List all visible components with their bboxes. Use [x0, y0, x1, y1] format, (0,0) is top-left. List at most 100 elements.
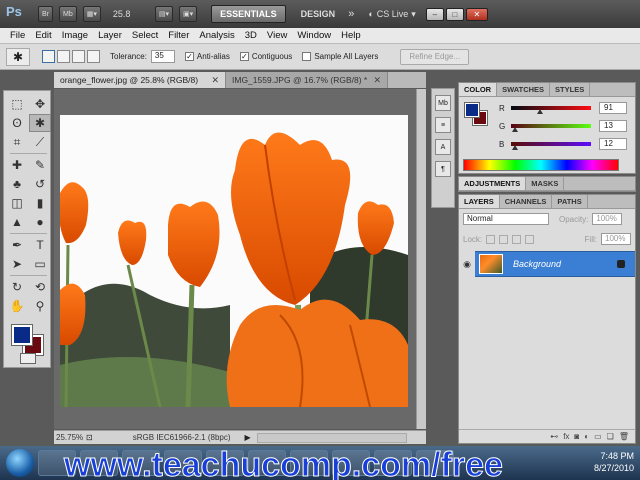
tab-color[interactable]: COLOR: [459, 83, 498, 96]
slider-knob[interactable]: [536, 109, 543, 114]
menu-file[interactable]: File: [10, 30, 25, 41]
screen-mode-button[interactable]: ▣▾: [179, 6, 198, 22]
slider-knob[interactable]: [512, 127, 518, 132]
quick-mask-button[interactable]: [20, 353, 36, 364]
workspace-design-button[interactable]: DESIGN: [292, 5, 345, 23]
green-value-input[interactable]: 13: [599, 120, 627, 132]
tab-swatches[interactable]: SWATCHES: [497, 83, 551, 96]
slider-knob[interactable]: [512, 145, 518, 150]
lock-position-icon[interactable]: [512, 234, 522, 244]
color-spectrum-ramp[interactable]: [463, 159, 619, 171]
new-group-icon[interactable]: ▭: [594, 432, 602, 441]
blue-slider[interactable]: [511, 142, 591, 150]
menu-filter[interactable]: Filter: [168, 30, 189, 41]
menu-select[interactable]: Select: [132, 30, 158, 41]
anti-alias-checkbox[interactable]: ✓ Anti-alias: [184, 52, 230, 61]
panel-foreground-swatch[interactable]: [464, 102, 480, 118]
eyedropper-tool-icon[interactable]: ⟋: [29, 133, 51, 151]
zoom-tool-icon[interactable]: ⚲: [29, 297, 51, 315]
adjustment-layer-icon[interactable]: ◐: [584, 432, 589, 441]
pen-tool-icon[interactable]: ✒: [6, 236, 28, 254]
3d-rotate-tool-icon[interactable]: ↻: [6, 278, 28, 296]
minimize-button[interactable]: –: [425, 7, 444, 21]
foreground-color-swatch[interactable]: [11, 324, 33, 346]
lock-all-icon[interactable]: [525, 234, 535, 244]
arrange-documents-button[interactable]: ▤▾: [154, 6, 174, 22]
green-slider[interactable]: [511, 124, 591, 132]
document-tab-orange-flower[interactable]: orange_flower.jpg @ 25.8% (RGB/8) ✕: [54, 72, 226, 88]
delete-layer-icon[interactable]: 🗑: [619, 432, 629, 441]
menu-analysis[interactable]: Analysis: [199, 30, 234, 41]
crop-tool-icon[interactable]: ⌗: [6, 133, 28, 151]
paragraph-icon[interactable]: ¶: [435, 161, 451, 177]
red-value-input[interactable]: 91: [599, 102, 627, 114]
close-icon[interactable]: ✕: [211, 75, 219, 86]
status-menu-arrow-icon[interactable]: ▶: [245, 433, 251, 442]
horizontal-scrollbar[interactable]: [256, 432, 407, 443]
view-extras-button[interactable]: ▦▾: [82, 6, 101, 22]
subtract-from-selection-button[interactable]: [72, 50, 85, 63]
flower-image[interactable]: [60, 115, 408, 407]
menu-3d[interactable]: 3D: [245, 30, 257, 41]
layer-style-icon[interactable]: fx: [563, 432, 569, 441]
path-selection-tool-icon[interactable]: ➤: [6, 255, 28, 273]
tab-layers[interactable]: LAYERS: [459, 195, 500, 208]
tolerance-input[interactable]: 35: [150, 50, 175, 63]
workspace-essentials-button[interactable]: ESSENTIALS: [211, 5, 286, 23]
zoom-preview-icon[interactable]: ⊡: [86, 433, 93, 442]
red-slider[interactable]: [511, 106, 591, 114]
menu-layer[interactable]: Layer: [98, 30, 122, 41]
add-mask-icon[interactable]: ◙: [574, 432, 579, 441]
opacity-input[interactable]: 100%: [592, 213, 623, 225]
tab-adjustments[interactable]: ADJUSTMENTS: [459, 177, 527, 190]
link-layers-icon[interactable]: ⊷: [550, 432, 558, 441]
menu-window[interactable]: Window: [297, 30, 331, 41]
history-brush-tool-icon[interactable]: ↺: [29, 175, 51, 193]
lasso-tool-icon[interactable]: ʘ: [6, 114, 28, 132]
sample-all-layers-checkbox[interactable]: Sample All Layers: [302, 52, 378, 61]
blue-value-input[interactable]: 12: [599, 138, 627, 150]
layer-row-background[interactable]: ◉ Background: [459, 251, 635, 277]
vertical-scrollbar[interactable]: [416, 89, 426, 429]
new-layer-icon[interactable]: ❏: [607, 432, 614, 441]
launch-mini-bridge-button[interactable]: Mb: [59, 6, 77, 22]
close-icon[interactable]: ✕: [373, 75, 381, 86]
blur-tool-icon[interactable]: ▲: [6, 213, 28, 231]
zoom-level-field[interactable]: 25.8: [113, 9, 149, 19]
spot-healing-tool-icon[interactable]: ✚: [6, 156, 28, 174]
intersect-selection-button[interactable]: [87, 50, 100, 63]
blend-mode-select[interactable]: Normal: [463, 213, 549, 225]
magic-wand-tool-icon[interactable]: ✱: [29, 114, 51, 132]
hand-tool-icon[interactable]: ✋: [6, 297, 28, 315]
document-canvas[interactable]: [54, 89, 416, 429]
brush-tool-icon[interactable]: ✎: [29, 156, 51, 174]
close-button[interactable]: ✕: [465, 7, 488, 21]
system-clock[interactable]: 7:48 PM 8/27/2010: [594, 450, 634, 474]
fill-input[interactable]: 100%: [601, 233, 631, 245]
dodge-tool-icon[interactable]: ●: [29, 213, 51, 231]
history-icon[interactable]: ≡: [435, 117, 451, 133]
menu-image[interactable]: Image: [62, 30, 88, 41]
character-icon[interactable]: A: [435, 139, 451, 155]
shape-tool-icon[interactable]: ▭: [29, 255, 51, 273]
marquee-tool-icon[interactable]: ⬚: [6, 95, 28, 113]
launch-bridge-button[interactable]: Br: [38, 6, 53, 22]
3d-orbit-tool-icon[interactable]: ⟲: [29, 278, 51, 296]
gradient-tool-icon[interactable]: ▮: [29, 194, 51, 212]
start-button[interactable]: [6, 449, 34, 477]
tab-masks[interactable]: MASKS: [526, 177, 565, 190]
status-zoom-level[interactable]: 25.75%: [56, 433, 86, 442]
tab-channels[interactable]: CHANNELS: [500, 195, 553, 208]
refine-edge-button[interactable]: Refine Edge...: [400, 48, 470, 65]
menu-help[interactable]: Help: [341, 30, 361, 41]
tab-paths[interactable]: PATHS: [552, 195, 588, 208]
eraser-tool-icon[interactable]: ◫: [6, 194, 28, 212]
mini-bridge-icon[interactable]: Mb: [435, 95, 451, 111]
new-selection-button[interactable]: [42, 50, 55, 63]
contiguous-checkbox[interactable]: ✓ Contiguous: [239, 52, 292, 61]
tab-styles[interactable]: STYLES: [550, 83, 591, 96]
add-to-selection-button[interactable]: [57, 50, 70, 63]
more-workspaces-icon[interactable]: »: [348, 8, 354, 20]
lock-transparency-icon[interactable]: [486, 234, 496, 244]
cs-live-button[interactable]: ◐ CS Live ▾: [368, 9, 415, 20]
